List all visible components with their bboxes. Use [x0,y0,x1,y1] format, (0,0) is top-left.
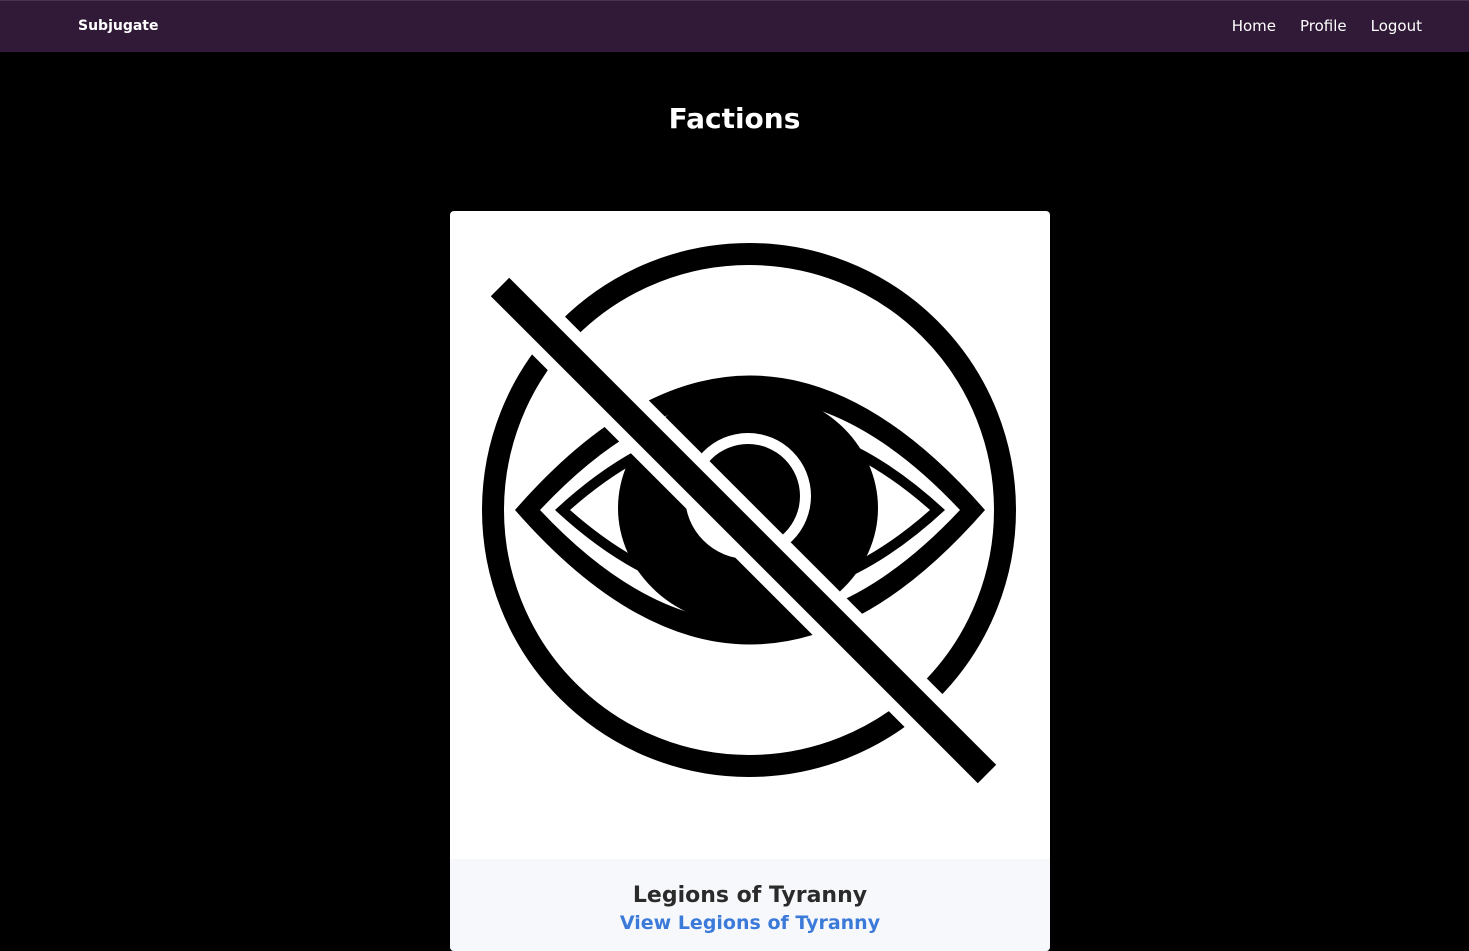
brand-logo-link[interactable]: Subjugate [78,18,159,34]
crossed-eye-icon [482,243,1016,792]
view-faction-link[interactable]: View Legions of Tyranny [450,912,1050,934]
nav-links: Home Profile Logout [1232,17,1422,35]
nav-link-profile[interactable]: Profile [1300,17,1347,35]
nav-link-logout[interactable]: Logout [1371,17,1422,35]
nav-link-home[interactable]: Home [1232,17,1276,35]
faction-card-footer: Legions of Tyranny View Legions of Tyran… [450,859,1050,951]
faction-name: Legions of Tyranny [632,883,868,908]
faction-image [450,211,1050,859]
faction-card: Legions of Tyranny View Legions of Tyran… [450,211,1050,951]
page-title: Factions [668,102,801,135]
top-navbar: Subjugate Home Profile Logout [0,0,1469,52]
